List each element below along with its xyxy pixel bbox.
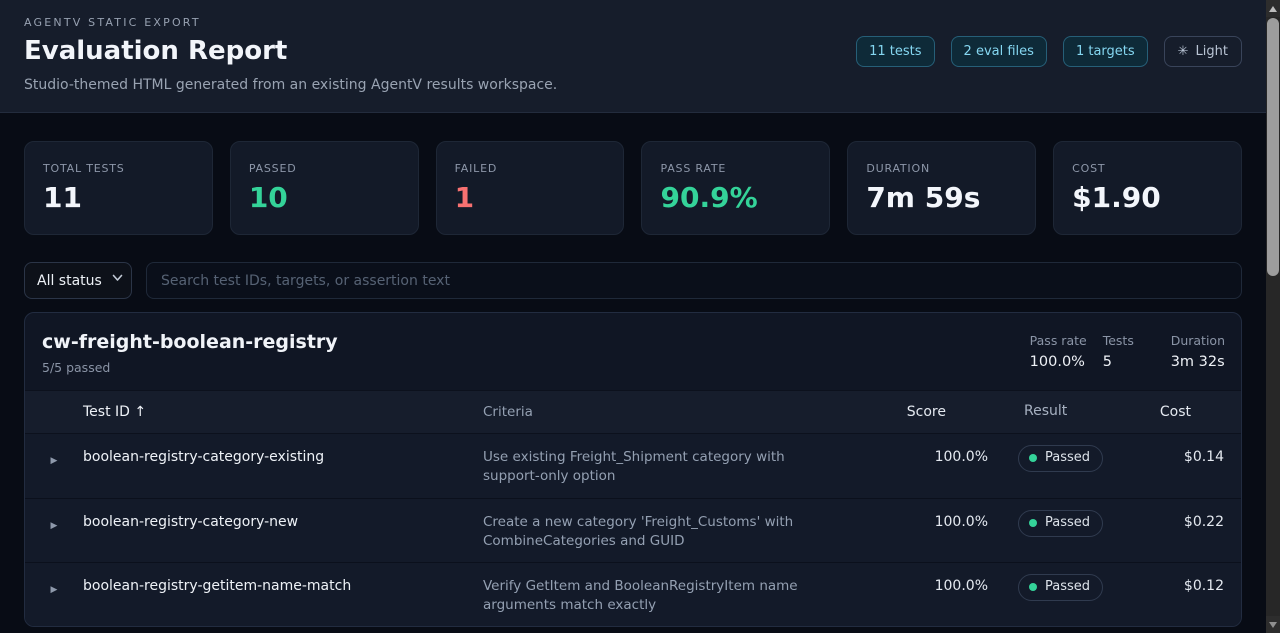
stat-value: 11 (43, 181, 194, 214)
main-content: TOTAL TESTS 11 PASSED 10 FAILED 1 PASS RATE 90.… (0, 141, 1266, 627)
row-expand-icon[interactable]: ▶ (47, 452, 62, 471)
status-filter-select[interactable]: All status (24, 262, 132, 299)
stat-card: DURATION 7m 59s (847, 141, 1036, 235)
suite-card: cw-freight-boolean-registry 5/5 passed P… (24, 312, 1242, 627)
search-input[interactable] (146, 262, 1242, 299)
stat-value: 90.9% (660, 181, 811, 214)
stat-value: 7m 59s (866, 181, 1017, 214)
row-score: 100.0% (883, 448, 988, 467)
stat-label: TOTAL TESTS (43, 162, 194, 175)
suite-summary-value: 3m 32s (1171, 354, 1225, 370)
stat-label: PASS RATE (660, 162, 811, 175)
stat-label: DURATION (866, 162, 1017, 175)
status-dot-icon (1029, 454, 1037, 462)
column-header-test-id[interactable]: Test ID ↑ (83, 403, 483, 422)
status-badge-label: Passed (1045, 515, 1090, 531)
column-header-result[interactable]: Result (988, 403, 1138, 419)
table-header: Test ID ↑ Criteria Score Result Cost (25, 390, 1241, 434)
status-badge: Passed (1018, 510, 1103, 537)
suite-summary-value: 5 (1103, 354, 1155, 370)
stat-card: PASS RATE 90.9% (641, 141, 830, 235)
status-badge-label: Passed (1045, 579, 1090, 595)
row-test-id: boolean-registry-category-new (83, 513, 483, 532)
status-badge: Passed (1018, 574, 1103, 601)
theme-toggle-button[interactable]: ✳ Light (1164, 36, 1242, 67)
stat-card: FAILED 1 (436, 141, 625, 235)
stat-label: FAILED (455, 162, 606, 175)
suite-summary-stat: Duration 3m 32s (1171, 333, 1225, 370)
scroll-down-icon (1269, 622, 1277, 628)
status-badge: Passed (1018, 445, 1103, 472)
table-row: ▶ boolean-registry-category-existingUse e… (25, 434, 1241, 498)
column-header-cost[interactable]: Cost (1138, 403, 1241, 422)
suite-summary-label: Pass rate (1030, 333, 1087, 348)
row-cost: $0.12 (1138, 577, 1241, 596)
stat-card: PASSED 10 (230, 141, 419, 235)
row-expand-icon[interactable]: ▶ (47, 581, 62, 600)
sun-icon: ✳ (1178, 45, 1189, 58)
suite-summary-stat: Tests 5 (1103, 333, 1155, 370)
report-header: AGENTV STATIC EXPORT Evaluation Report 1… (0, 0, 1266, 113)
stat-value: $1.90 (1072, 181, 1223, 214)
column-header-score[interactable]: Score (883, 403, 988, 422)
eyebrow: AGENTV STATIC EXPORT (24, 16, 1242, 29)
stats-row: TOTAL TESTS 11 PASSED 10 FAILED 1 PASS RATE 90.… (24, 141, 1242, 235)
suite-title: cw-freight-boolean-registry (42, 331, 338, 353)
suite-summary-label: Duration (1171, 333, 1225, 348)
row-criteria: Create a new category 'Freight_Customs' … (483, 513, 883, 551)
row-criteria: Use existing Freight_Shipment category w… (483, 448, 883, 486)
expander-cell: ▶ (25, 577, 83, 600)
column-header-criteria[interactable]: Criteria (483, 403, 883, 422)
scroll-down-button[interactable] (1266, 616, 1280, 633)
expander-cell: ▶ (25, 448, 83, 471)
table-body: ▶ boolean-registry-category-existingUse e… (25, 434, 1241, 626)
row-test-id: boolean-registry-getitem-name-match (83, 577, 483, 596)
theme-toggle-label: Light (1196, 45, 1228, 58)
status-filter: All status (24, 262, 132, 299)
expander-cell: ▶ (25, 513, 83, 536)
row-result-cell: Passed (988, 574, 1138, 601)
header-chip[interactable]: 2 eval files (951, 36, 1047, 67)
suite-summary-label: Tests (1103, 333, 1155, 348)
row-criteria: Verify GetItem and BooleanRegistryItem n… (483, 577, 883, 615)
header-chip[interactable]: 11 tests (856, 36, 934, 67)
stat-label: COST (1072, 162, 1223, 175)
header-chip[interactable]: 1 targets (1063, 36, 1148, 67)
stat-label: PASSED (249, 162, 400, 175)
page-title: Evaluation Report (24, 35, 856, 67)
page-subtitle: Studio-themed HTML generated from an exi… (24, 77, 1242, 93)
row-expand-icon[interactable]: ▶ (47, 517, 62, 536)
scrollbar[interactable] (1266, 0, 1280, 633)
suite-passed-count: 5/5 passed (42, 360, 338, 375)
scroll-up-button[interactable] (1266, 0, 1280, 17)
stat-card: TOTAL TESTS 11 (24, 141, 213, 235)
status-badge-label: Passed (1045, 450, 1090, 466)
status-dot-icon (1029, 583, 1037, 591)
row-cost: $0.14 (1138, 448, 1241, 467)
scrollbar-thumb[interactable] (1267, 18, 1279, 276)
row-cost: $0.22 (1138, 513, 1241, 532)
suite-summary-value: 100.0% (1030, 354, 1087, 370)
header-chips: 11 tests 2 eval files 1 targets ✳ Light (856, 36, 1242, 67)
status-dot-icon (1029, 519, 1037, 527)
table-row: ▶ boolean-registry-getitem-name-matchVeri… (25, 562, 1241, 626)
row-result-cell: Passed (988, 510, 1138, 537)
scroll-up-icon (1269, 6, 1277, 12)
stat-card: COST $1.90 (1053, 141, 1242, 235)
row-result-cell: Passed (988, 445, 1138, 472)
row-test-id: boolean-registry-category-existing (83, 448, 483, 467)
suite-summary-stat: Pass rate 100.0% (1030, 333, 1087, 370)
stat-value: 10 (249, 181, 400, 214)
suite-summary: Pass rate 100.0% Tests 5 Duration 3m 32s (1030, 331, 1225, 370)
row-score: 100.0% (883, 577, 988, 596)
suite-header: cw-freight-boolean-registry 5/5 passed P… (25, 313, 1241, 390)
table-row: ▶ boolean-registry-category-newCreate a n… (25, 498, 1241, 562)
page: AGENTV STATIC EXPORT Evaluation Report 1… (0, 0, 1266, 627)
row-score: 100.0% (883, 513, 988, 532)
stat-value: 1 (455, 181, 606, 214)
filter-bar: All status (24, 262, 1242, 299)
